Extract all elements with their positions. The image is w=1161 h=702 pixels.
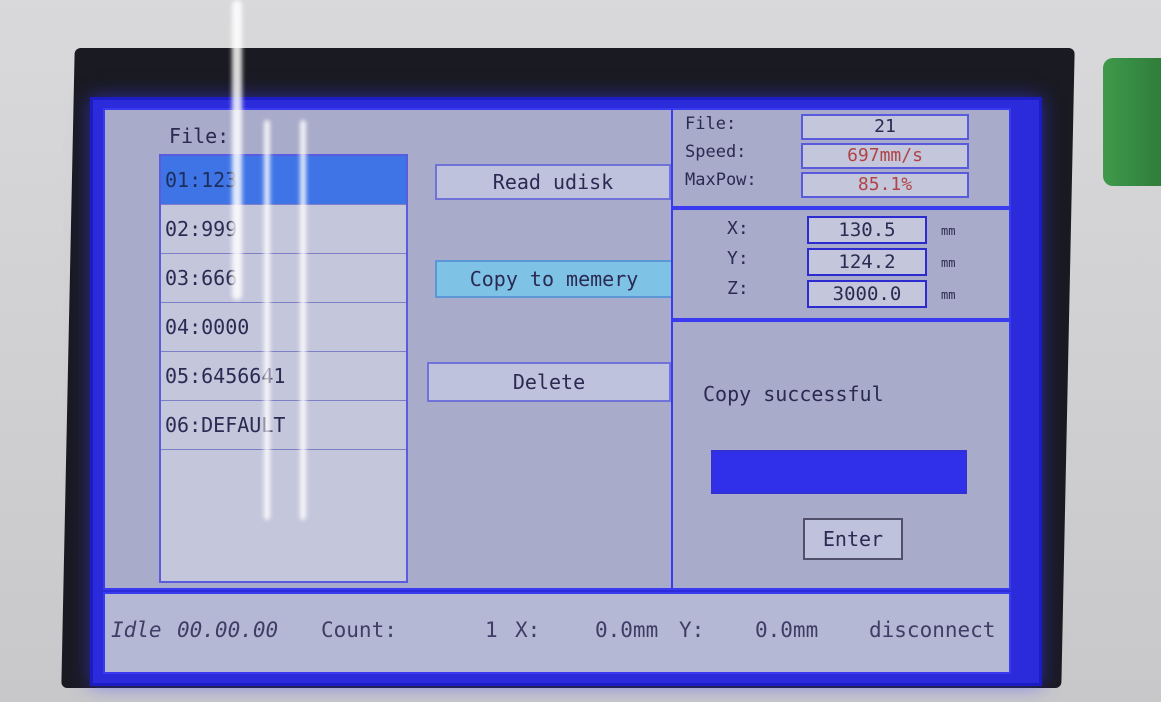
status-y-value: 0.0mm bbox=[755, 618, 819, 642]
maxpow-label: MaxPow: bbox=[685, 170, 757, 190]
connection-status: disconnect bbox=[869, 618, 996, 642]
z-coord-value: 3000.0 bbox=[807, 280, 927, 308]
x-coord-label: X: bbox=[727, 218, 749, 239]
y-coord-label: Y: bbox=[727, 248, 749, 269]
glare-reflection bbox=[264, 120, 270, 520]
machine-state: Idle bbox=[111, 618, 162, 642]
progress-fill bbox=[713, 452, 965, 492]
file-row[interactable]: 06:DEFAULT bbox=[161, 401, 406, 450]
file-row[interactable]: 03:666 bbox=[161, 254, 406, 303]
file-number-label: File: bbox=[685, 114, 737, 134]
y-coord-value: 124.2 bbox=[807, 248, 927, 276]
y-coord-unit: mm bbox=[941, 256, 956, 270]
speed-label: Speed: bbox=[685, 142, 747, 162]
file-row[interactable]: 01:123 bbox=[161, 156, 406, 205]
enter-button[interactable]: Enter bbox=[803, 518, 903, 560]
x-coord-unit: mm bbox=[941, 224, 956, 238]
read-udisk-button[interactable]: Read udisk bbox=[435, 164, 671, 200]
glare-reflection bbox=[232, 0, 242, 300]
count-label: Count: bbox=[321, 618, 397, 642]
file-row[interactable]: 05:6456641 bbox=[161, 352, 406, 401]
message-dialog: Copy successful Enter bbox=[671, 320, 1011, 590]
file-row[interactable]: 04:0000 bbox=[161, 303, 406, 352]
glare-reflection bbox=[300, 120, 306, 520]
dialog-message: Copy successful bbox=[703, 382, 884, 406]
elapsed-time: 00.00.00 bbox=[177, 618, 279, 642]
copy-to-memory-button[interactable]: Copy to memery bbox=[435, 260, 673, 298]
file-list: 01:123 02:999 03:666 04:0000 05:6456641 … bbox=[159, 154, 408, 583]
job-info-panel: File: 21 Speed: 697mm/s MaxPow: 85.1% bbox=[671, 108, 1011, 208]
device-green-button[interactable] bbox=[1103, 58, 1161, 186]
z-coord-label: Z: bbox=[727, 278, 749, 299]
delete-button[interactable]: Delete bbox=[427, 362, 671, 402]
progress-bar bbox=[711, 450, 967, 494]
status-bar: Idle 00.00.00 Count: 1 X: 0.0mm Y: 0.0mm… bbox=[103, 592, 1011, 674]
x-coord-value: 130.5 bbox=[807, 216, 927, 244]
status-x-label: X: bbox=[515, 618, 541, 642]
speed-value: 697mm/s bbox=[801, 143, 969, 169]
maxpow-value: 85.1% bbox=[801, 172, 969, 198]
file-row[interactable]: 02:999 bbox=[161, 205, 406, 254]
coordinates-panel: X: 130.5 mm Y: 124.2 mm Z: 3000.0 mm bbox=[671, 208, 1011, 320]
z-coord-unit: mm bbox=[941, 288, 956, 302]
count-value: 1 bbox=[485, 618, 498, 642]
file-list-label: File: bbox=[169, 124, 230, 148]
status-y-label: Y: bbox=[679, 618, 705, 642]
file-number-value: 21 bbox=[801, 114, 969, 140]
status-x-value: 0.0mm bbox=[595, 618, 659, 642]
file-panel: File: 01:123 02:999 03:666 04:0000 05:64… bbox=[103, 108, 673, 590]
